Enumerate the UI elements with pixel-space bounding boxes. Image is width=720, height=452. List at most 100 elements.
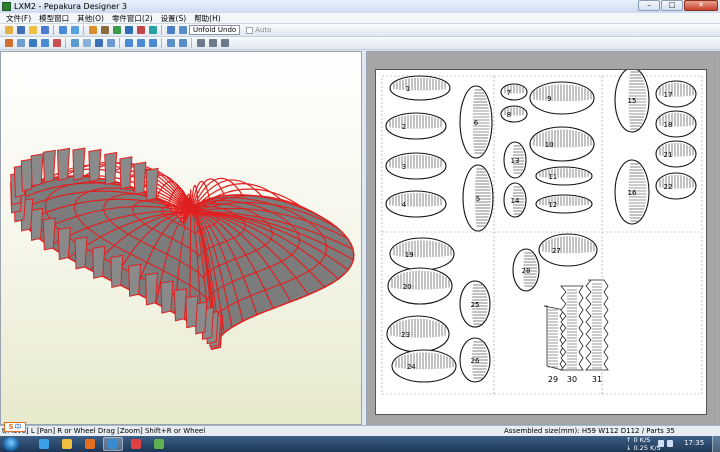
rotate-button[interactable]: [57, 25, 68, 36]
part-29[interactable]: 29: [543, 305, 565, 384]
magnify-button[interactable]: [195, 38, 206, 49]
part-8[interactable]: 8: [500, 105, 528, 123]
toolbar-main: Unfold Undo Auto: [0, 24, 720, 37]
taskbar-pepakura-icon: [108, 439, 118, 449]
part-22[interactable]: 22: [655, 172, 697, 200]
model-3d-view[interactable]: [0, 51, 362, 425]
part-9[interactable]: 9: [529, 81, 595, 115]
edge-button[interactable]: [69, 38, 80, 49]
menu-settings[interactable]: 设置(S): [157, 13, 191, 24]
texture-button[interactable]: [27, 38, 38, 49]
model-3d-button[interactable]: [39, 25, 50, 36]
menu-parts-window[interactable]: 零件窗口(2): [108, 13, 157, 24]
tray-volume-icon[interactable]: [667, 440, 673, 447]
part-24[interactable]: 24: [391, 349, 457, 383]
taskbar-ie-button[interactable]: [34, 437, 54, 451]
part-number: 15: [628, 97, 637, 105]
menu-model-window[interactable]: 模型窗口: [35, 13, 73, 24]
unfold-undo-button[interactable]: Unfold Undo: [189, 25, 241, 35]
close-button[interactable]: ✕: [684, 0, 718, 11]
pencil-button[interactable]: [87, 25, 98, 36]
zoom-in-button[interactable]: [123, 38, 134, 49]
menu-other[interactable]: 其他(O): [73, 13, 108, 24]
part-2[interactable]: 2: [385, 112, 447, 140]
open-file-button[interactable]: [3, 25, 14, 36]
taskbar-chrome-button[interactable]: [126, 437, 146, 451]
paper-2d-view[interactable]: 1 2 3 4 5 6 7 8 9 10 11 12 13 14 15 16 17 18 21 22 19 20 23 24 2…: [366, 51, 720, 425]
refresh-button[interactable]: [219, 38, 230, 49]
arrange-button[interactable]: [165, 38, 176, 49]
part-7[interactable]: 7: [500, 83, 528, 101]
color-button[interactable]: [51, 38, 62, 49]
flip-button[interactable]: [69, 25, 80, 36]
minimize-button[interactable]: –: [638, 0, 660, 11]
layout-button[interactable]: [165, 25, 176, 36]
align-button[interactable]: [177, 38, 188, 49]
zoom-fit-button[interactable]: [147, 38, 158, 49]
part-16[interactable]: 16: [614, 159, 650, 225]
join-button[interactable]: [111, 25, 122, 36]
mesh-fin: [57, 226, 71, 261]
part-14[interactable]: 14: [503, 182, 527, 218]
zoom-out-button[interactable]: [135, 38, 146, 49]
part-15[interactable]: 15: [614, 67, 650, 133]
clock[interactable]: 17:35: [684, 439, 704, 447]
part-21[interactable]: 21: [655, 140, 697, 168]
part-26[interactable]: 26: [459, 337, 491, 383]
taskbar-explorer-button[interactable]: [57, 437, 77, 451]
menu-help[interactable]: 帮助(H): [190, 13, 225, 24]
taskbar-app-button[interactable]: [149, 437, 169, 451]
show-desktop-button[interactable]: [712, 436, 720, 452]
part-31[interactable]: 31: [585, 279, 609, 384]
part-number: 13: [511, 157, 520, 165]
part-13[interactable]: 13: [503, 141, 527, 179]
part-11[interactable]: 11: [535, 166, 593, 186]
ruler-button[interactable]: [99, 25, 110, 36]
part-28[interactable]: 28: [512, 248, 540, 292]
taskbar-pepakura-button[interactable]: [103, 437, 123, 451]
auto-checkbox[interactable]: Auto: [246, 26, 271, 34]
flap-button[interactable]: [105, 38, 116, 49]
search-parts-button[interactable]: [207, 38, 218, 49]
part-1[interactable]: 1: [389, 75, 451, 101]
face-button[interactable]: [81, 38, 92, 49]
grid-button[interactable]: [39, 38, 50, 49]
part-number: 30: [567, 375, 577, 384]
part-20[interactable]: 20: [387, 267, 453, 305]
tray-network-icon[interactable]: [658, 440, 664, 447]
part-18[interactable]: 18: [655, 110, 697, 138]
status-hint: t/Move] L [Pan] R or Wheel Drag [Zoom] S…: [2, 427, 206, 435]
cut-button[interactable]: [135, 25, 146, 36]
part-6[interactable]: 6: [459, 85, 493, 159]
select-button[interactable]: [3, 38, 14, 49]
save-icon: [16, 26, 25, 34]
part-number: 7: [507, 89, 511, 97]
part-30[interactable]: 30: [560, 285, 584, 384]
page-setup-button[interactable]: [177, 25, 188, 36]
wireframe-button[interactable]: [15, 38, 26, 49]
paper-view-button[interactable]: [27, 25, 38, 36]
save-button[interactable]: [15, 25, 26, 36]
part-12[interactable]: 12: [535, 194, 593, 214]
fold-button[interactable]: [147, 25, 158, 36]
part-number: 21: [664, 151, 673, 159]
part-25[interactable]: 25: [459, 280, 491, 328]
part-10[interactable]: 10: [529, 126, 595, 162]
part-5[interactable]: 5: [462, 164, 494, 232]
net-down-arrow-icon: ↓: [626, 444, 634, 452]
part-23[interactable]: 23: [386, 315, 450, 353]
ime-indicator[interactable]: S 中: [4, 422, 26, 432]
part-27[interactable]: 27: [538, 233, 598, 267]
anchor-button[interactable]: [123, 25, 134, 36]
auto-label: Auto: [255, 26, 272, 34]
part-17[interactable]: 17: [655, 80, 697, 108]
part-19[interactable]: 19: [389, 237, 455, 271]
number-button[interactable]: [93, 38, 104, 49]
part-4[interactable]: 4: [385, 190, 447, 218]
menu-file[interactable]: 文件(F): [2, 13, 35, 24]
maximize-button[interactable]: □: [661, 0, 683, 11]
taskbar-mediaplayer-button[interactable]: [80, 437, 100, 451]
status-assembled-size: Assembled size(mm): H59 W112 D112 / Part…: [504, 427, 675, 435]
part-3[interactable]: 3: [385, 152, 447, 180]
start-button[interactable]: [3, 437, 19, 451]
